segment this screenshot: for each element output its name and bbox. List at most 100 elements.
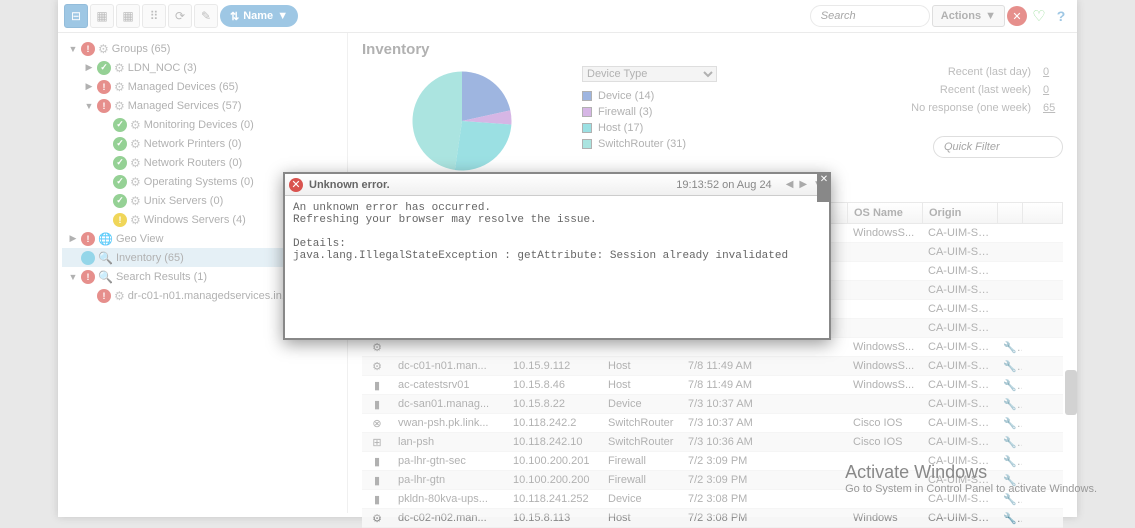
table-cell: ▮ (362, 376, 392, 394)
scrollbar-thumb[interactable] (1065, 370, 1077, 415)
wrench-icon[interactable]: 🔧 (997, 414, 1022, 432)
tree-label: Groups (65) (112, 43, 171, 55)
column-header[interactable]: Origin (923, 203, 998, 223)
refresh-icon[interactable]: ⟳ (168, 4, 192, 28)
table-cell: vwan-psh.pk.link... (392, 414, 507, 432)
status-icon: ✓ (113, 137, 127, 151)
tree-item[interactable]: ▶!⚙Managed Devices (65) (62, 77, 343, 96)
table-cell (762, 452, 847, 470)
folder-icon: ⚙ (130, 194, 141, 208)
table-cell: 10.100.200.201 (507, 452, 602, 470)
dialog-next-icon[interactable]: ▶ (797, 179, 809, 190)
expand-arrow-icon[interactable]: ▼ (84, 101, 94, 111)
tree-item[interactable]: ✓⚙Network Routers (0) (62, 153, 343, 172)
table-cell: SwitchRouter (602, 433, 682, 451)
folder-icon: ⚙ (114, 99, 125, 113)
expand-arrow-icon[interactable]: ▶ (84, 81, 94, 92)
view-tree-icon[interactable]: ⊟ (64, 4, 88, 28)
edit-icon[interactable]: ✎ (194, 4, 218, 28)
table-cell (682, 338, 762, 356)
legend-label: Firewall (3) (598, 106, 652, 118)
expand-arrow-icon[interactable]: ▶ (68, 233, 78, 244)
stat-value[interactable]: 0 (1043, 84, 1063, 102)
quick-filter-input[interactable] (933, 136, 1063, 158)
table-cell: dc-san01.manag... (392, 395, 507, 413)
table-cell (762, 357, 847, 375)
close-icon[interactable]: ✕ (1007, 6, 1027, 26)
table-cell: Host (602, 376, 682, 394)
view-grid-small-icon[interactable]: ⠿ (142, 4, 166, 28)
table-cell: 10.15.8.46 (507, 376, 602, 394)
table-cell: CA-UIM-Serv (922, 509, 997, 527)
table-cell (762, 471, 847, 489)
legend-swatch (582, 91, 592, 101)
column-header[interactable]: OS Name (848, 203, 923, 223)
table-cell: pkldn-80kva-ups... (392, 490, 507, 508)
heart-icon[interactable]: ♡ (1029, 6, 1049, 26)
table-cell: pa-lhr-gtn (392, 471, 507, 489)
actions-button[interactable]: Actions ▼ (932, 5, 1005, 27)
sort-label: Name (243, 10, 273, 22)
table-row[interactable]: ⚙dc-c02-n02.man...10.15.8.113Host7/2 3:0… (362, 509, 1063, 528)
view-grid-med-icon[interactable]: ▦ (116, 4, 140, 28)
table-row[interactable]: ⚙WindowsS...CA-UIM-Serv🔧 (362, 338, 1063, 357)
folder-icon: 🔍 (98, 251, 113, 265)
wrench-icon[interactable]: 🔧 (997, 338, 1022, 356)
column-header[interactable] (998, 203, 1023, 223)
expand-arrow-icon[interactable]: ▶ (84, 62, 94, 73)
table-cell: 7/2 3:09 PM (682, 471, 762, 489)
table-cell (997, 243, 1022, 261)
legend-select[interactable]: Device Type (582, 66, 717, 82)
help-icon[interactable]: ? (1051, 6, 1071, 26)
pie-slice (413, 72, 462, 170)
table-cell (762, 338, 847, 356)
legend-label: Host (17) (598, 122, 643, 134)
tree-item[interactable]: ✓⚙Network Printers (0) (62, 134, 343, 153)
actions-label: Actions (941, 10, 981, 22)
stat-value[interactable]: 0 (1043, 66, 1063, 84)
stat-row: Recent (last day)0 (911, 66, 1063, 84)
stat-row: Recent (last week) 0 (911, 84, 1063, 102)
wrench-icon[interactable]: 🔧 (997, 376, 1022, 394)
wrench-icon[interactable]: 🔧 (997, 509, 1022, 527)
table-cell: ▮ (362, 452, 392, 470)
search-input[interactable] (810, 5, 930, 27)
wrench-icon[interactable]: 🔧 (997, 357, 1022, 375)
dialog-close-icon[interactable]: ✕ (817, 172, 831, 202)
tree-label: Monitoring Devices (0) (144, 119, 254, 131)
tree-item[interactable]: ▼!⚙Groups (65) (62, 39, 343, 58)
watermark-title: Activate Windows (845, 462, 1097, 483)
folder-icon: ⚙ (130, 137, 141, 151)
table-row[interactable]: ▮ac-catestsrv0110.15.8.46Host7/8 11:49 A… (362, 376, 1063, 395)
table-row[interactable]: ⊞lan-psh10.118.242.10SwitchRouter7/3 10:… (362, 433, 1063, 452)
sort-name-button[interactable]: ⇅ Name ▼ (220, 5, 298, 27)
table-cell (997, 224, 1022, 242)
status-icon: ! (113, 213, 127, 227)
status-icon: ! (81, 270, 95, 284)
table-row[interactable]: ⊗vwan-psh.pk.link...10.118.242.2SwitchRo… (362, 414, 1063, 433)
table-cell: 10.15.9.112 (507, 357, 602, 375)
table-cell (847, 395, 922, 413)
stat-value[interactable]: 65 (1043, 102, 1063, 120)
table-cell: Device (602, 490, 682, 508)
table-row[interactable]: ▮dc-san01.manag...10.15.8.22Device7/3 10… (362, 395, 1063, 414)
expand-arrow-icon[interactable]: ▼ (68, 44, 78, 54)
tree-item[interactable]: ✓⚙Monitoring Devices (0) (62, 115, 343, 134)
wrench-icon[interactable]: 🔧 (997, 395, 1022, 413)
table-cell: 10.118.242.2 (507, 414, 602, 432)
wrench-icon[interactable]: 🔧 (997, 433, 1022, 451)
tree-item[interactable]: ▼!⚙Managed Services (57) (62, 96, 343, 115)
table-cell: CA-UIM-Serv (922, 338, 997, 356)
table-cell: Device (602, 395, 682, 413)
stat-label: Recent (last week) (940, 84, 1031, 102)
toolbar: ⊟ ▦ ▦ ⠿ ⟳ ✎ ⇅ Name ▼ Actions ▼ ✕ ♡ ? (58, 0, 1077, 33)
table-row[interactable]: ⚙dc-c01-n01.man...10.15.9.112Host7/8 11:… (362, 357, 1063, 376)
table-cell: 10.118.241.252 (507, 490, 602, 508)
table-cell (762, 490, 847, 508)
expand-arrow-icon[interactable]: ▼ (68, 272, 78, 282)
dialog-prev-icon[interactable]: ◀ (784, 179, 796, 190)
table-cell: 7/3 10:36 AM (682, 433, 762, 451)
table-cell (847, 300, 922, 318)
view-grid-large-icon[interactable]: ▦ (90, 4, 114, 28)
tree-item[interactable]: ▶✓⚙LDN_NOC (3) (62, 58, 343, 77)
